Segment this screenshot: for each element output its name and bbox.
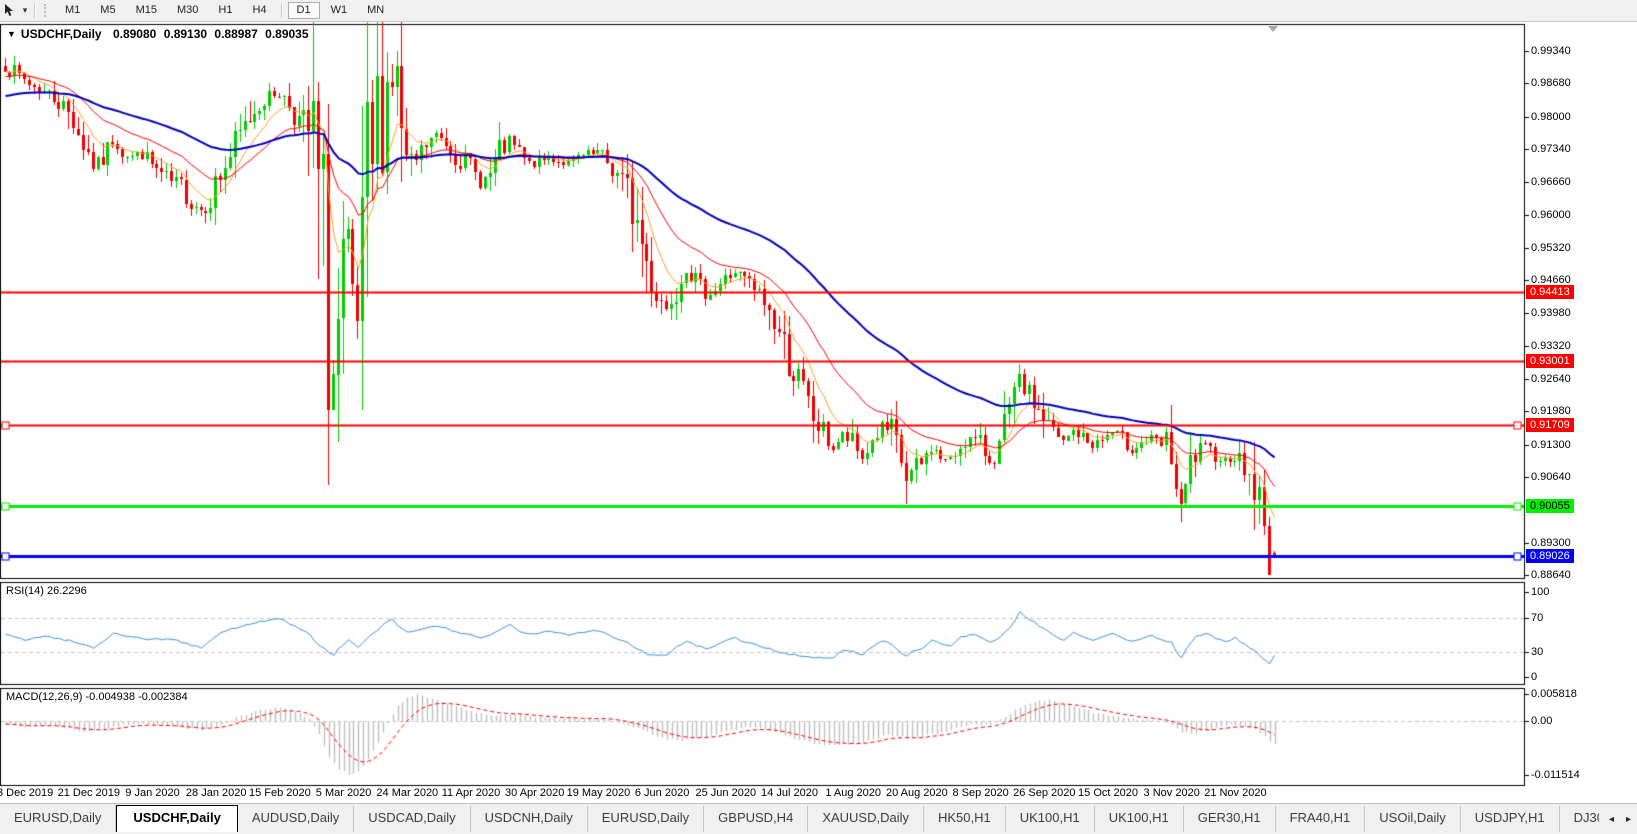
ohlc-low: 0.88987 (214, 27, 257, 41)
cursor-tool-icon[interactable] (0, 2, 20, 19)
toolbar-separator (34, 3, 36, 18)
symbol-menu-icon[interactable]: ▼ (7, 29, 16, 39)
price-tick-label: 0.97340 (1531, 143, 1571, 155)
date-tick-label: 20 Aug 2020 (886, 787, 948, 799)
ohlc-close: 0.89035 (265, 27, 308, 41)
price-tick-label: 0.96660 (1531, 176, 1571, 188)
chart-canvas[interactable] (0, 0, 1637, 834)
tab-usdcnh-daily[interactable]: USDCNH,Daily (471, 806, 588, 832)
dropdown-arrow-icon[interactable]: ▾ (20, 5, 30, 16)
date-tick-label: 19 May 2020 (567, 787, 631, 799)
date-tick-label: 15 Feb 2020 (249, 787, 311, 799)
tab-scroll-left-icon[interactable]: ◂ (1609, 814, 1614, 825)
tab-scroll-right-icon[interactable]: ▸ (1626, 814, 1631, 825)
tab-eurusd-daily[interactable]: EURUSD,Daily (0, 806, 116, 832)
tab-hk50-h1[interactable]: HK50,H1 (924, 806, 1006, 832)
macd-tick-label: -0.011514 (1531, 769, 1580, 781)
ohlc-high: 0.89130 (164, 27, 207, 41)
rsi-tick-label: 100 (1531, 586, 1549, 598)
date-tick-label: 5 Mar 2020 (316, 787, 372, 799)
date-tick-label: 3 Nov 2020 (1144, 787, 1200, 799)
price-tick-label: 0.96000 (1531, 209, 1571, 221)
date-tick-label: 28 Jan 2020 (186, 787, 247, 799)
hline-price-label: 0.90055 (1526, 499, 1574, 513)
price-tick-label: 0.99340 (1531, 45, 1571, 57)
price-tick-label: 0.92640 (1531, 373, 1571, 385)
rsi-value: 26.2296 (47, 585, 87, 597)
ohlc-open: 0.89080 (113, 27, 156, 41)
date-tick-label: 25 Jun 2020 (696, 787, 757, 799)
tab-usoil-daily[interactable]: USOil,Daily (1365, 806, 1460, 832)
macd-tick-label: 0.00 (1531, 715, 1552, 727)
toolbar-grip[interactable] (44, 4, 49, 17)
timeframe-button-d1[interactable]: D1 (288, 2, 320, 19)
price-tick-label: 0.88640 (1531, 569, 1571, 581)
rsi-tick-label: 30 (1531, 646, 1543, 658)
timeframe-button-m5[interactable]: M5 (91, 2, 124, 19)
last-bar-marker-icon (1268, 26, 1278, 32)
hline-price-label: 0.93001 (1526, 354, 1574, 368)
macd-signal-value: -0.002384 (138, 691, 188, 703)
price-tick-label: 0.89300 (1531, 537, 1571, 549)
hline-price-label: 0.91709 (1526, 418, 1574, 432)
date-tick-label: 6 Jun 2020 (635, 787, 689, 799)
macd-title: MACD(12,26,9) -0.004938 -0.002384 (6, 691, 188, 703)
price-tick-label: 0.91300 (1531, 439, 1571, 451)
chart-symbol: USDCHF,Daily (21, 27, 102, 41)
macd-main-value: -0.004938 (85, 691, 135, 703)
price-tick-label: 0.98000 (1531, 111, 1571, 123)
tab-ger30-h1[interactable]: GER30,H1 (1184, 806, 1276, 832)
timeframe-button-w1[interactable]: W1 (322, 2, 357, 19)
chart-tab-bar: EURUSD,DailyUSDCHF,DailyAUDUSD,DailyUSDC… (0, 803, 1637, 834)
tab-usdcad-daily[interactable]: USDCAD,Daily (354, 806, 470, 832)
timeframe-buttons: M1M5M15M30H1H4 D1W1MN (55, 2, 394, 19)
hline-price-label: 0.94413 (1526, 285, 1574, 299)
price-tick-label: 0.93320 (1531, 340, 1571, 352)
tab-audusd-daily[interactable]: AUDUSD,Daily (238, 806, 354, 832)
date-tick-label: 1 Aug 2020 (825, 787, 881, 799)
rsi-tick-label: 0 (1531, 671, 1537, 683)
timeframe-button-h4[interactable]: H4 (243, 2, 275, 19)
toolbar-separator (281, 3, 283, 18)
tab-eurusd-daily[interactable]: EURUSD,Daily (588, 806, 704, 832)
tab-usdjpy-h1[interactable]: USDJPY,H1 (1461, 806, 1560, 832)
date-tick-label: 8 Sep 2020 (952, 787, 1008, 799)
tab-uk100-h1[interactable]: UK100,H1 (1095, 806, 1184, 832)
timeframe-toolbar: ▾ M1M5M15M30H1H4 D1W1MN (0, 0, 1637, 22)
timeframe-button-h1[interactable]: H1 (209, 2, 241, 19)
price-tick-label: 0.98680 (1531, 77, 1571, 89)
date-tick-label: 9 Jan 2020 (125, 787, 179, 799)
macd-tick-label: 0.005818 (1531, 688, 1577, 700)
date-tick-label: 3 Dec 2019 (0, 787, 53, 799)
date-tick-label: 21 Dec 2019 (58, 787, 120, 799)
chart-title: ▼ USDCHF,Daily 0.89080 0.89130 0.88987 0.… (7, 27, 309, 41)
date-tick-label: 30 Apr 2020 (505, 787, 564, 799)
rsi-title: RSI(14) 26.2296 (6, 585, 87, 597)
tab-usdchf-daily[interactable]: USDCHF,Daily (116, 805, 237, 832)
chart-tabs: EURUSD,DailyUSDCHF,DailyAUDUSD,DailyUSDC… (0, 804, 1637, 832)
date-tick-label: 24 Mar 2020 (376, 787, 438, 799)
price-tick-label: 0.90640 (1531, 471, 1571, 483)
date-tick-label: 26 Sep 2020 (1013, 787, 1075, 799)
tab-xauusd-daily[interactable]: XAUUSD,Daily (808, 806, 924, 832)
timeframe-button-m15[interactable]: M15 (127, 2, 166, 19)
date-tick-label: 15 Oct 2020 (1078, 787, 1138, 799)
timeframe-button-m30[interactable]: M30 (168, 2, 207, 19)
tab-fra40-h1[interactable]: FRA40,H1 (1276, 806, 1366, 832)
price-tick-label: 0.95320 (1531, 242, 1571, 254)
trading-platform-window: ▾ M1M5M15M30H1H4 D1W1MN ▼ USDCHF,Daily 0.8… (0, 0, 1637, 834)
date-tick-label: 11 Apr 2020 (442, 787, 501, 799)
timeframe-button-mn[interactable]: MN (358, 2, 393, 19)
tab-gbpusd-h4[interactable]: GBPUSD,H4 (704, 806, 808, 832)
tab-scroll-buttons: ◂ ▸ (1599, 804, 1637, 834)
price-tick-label: 0.93980 (1531, 307, 1571, 319)
timeframe-button-m1[interactable]: M1 (56, 2, 89, 19)
date-tick-label: 14 Jul 2020 (761, 787, 818, 799)
tab-uk100-h1[interactable]: UK100,H1 (1006, 806, 1095, 832)
hline-price-label: 0.89026 (1526, 549, 1574, 563)
rsi-tick-label: 70 (1531, 612, 1543, 624)
price-tick-label: 0.91980 (1531, 405, 1571, 417)
cursor-arrow-glyph (4, 4, 16, 17)
date-tick-label: 21 Nov 2020 (1204, 787, 1266, 799)
